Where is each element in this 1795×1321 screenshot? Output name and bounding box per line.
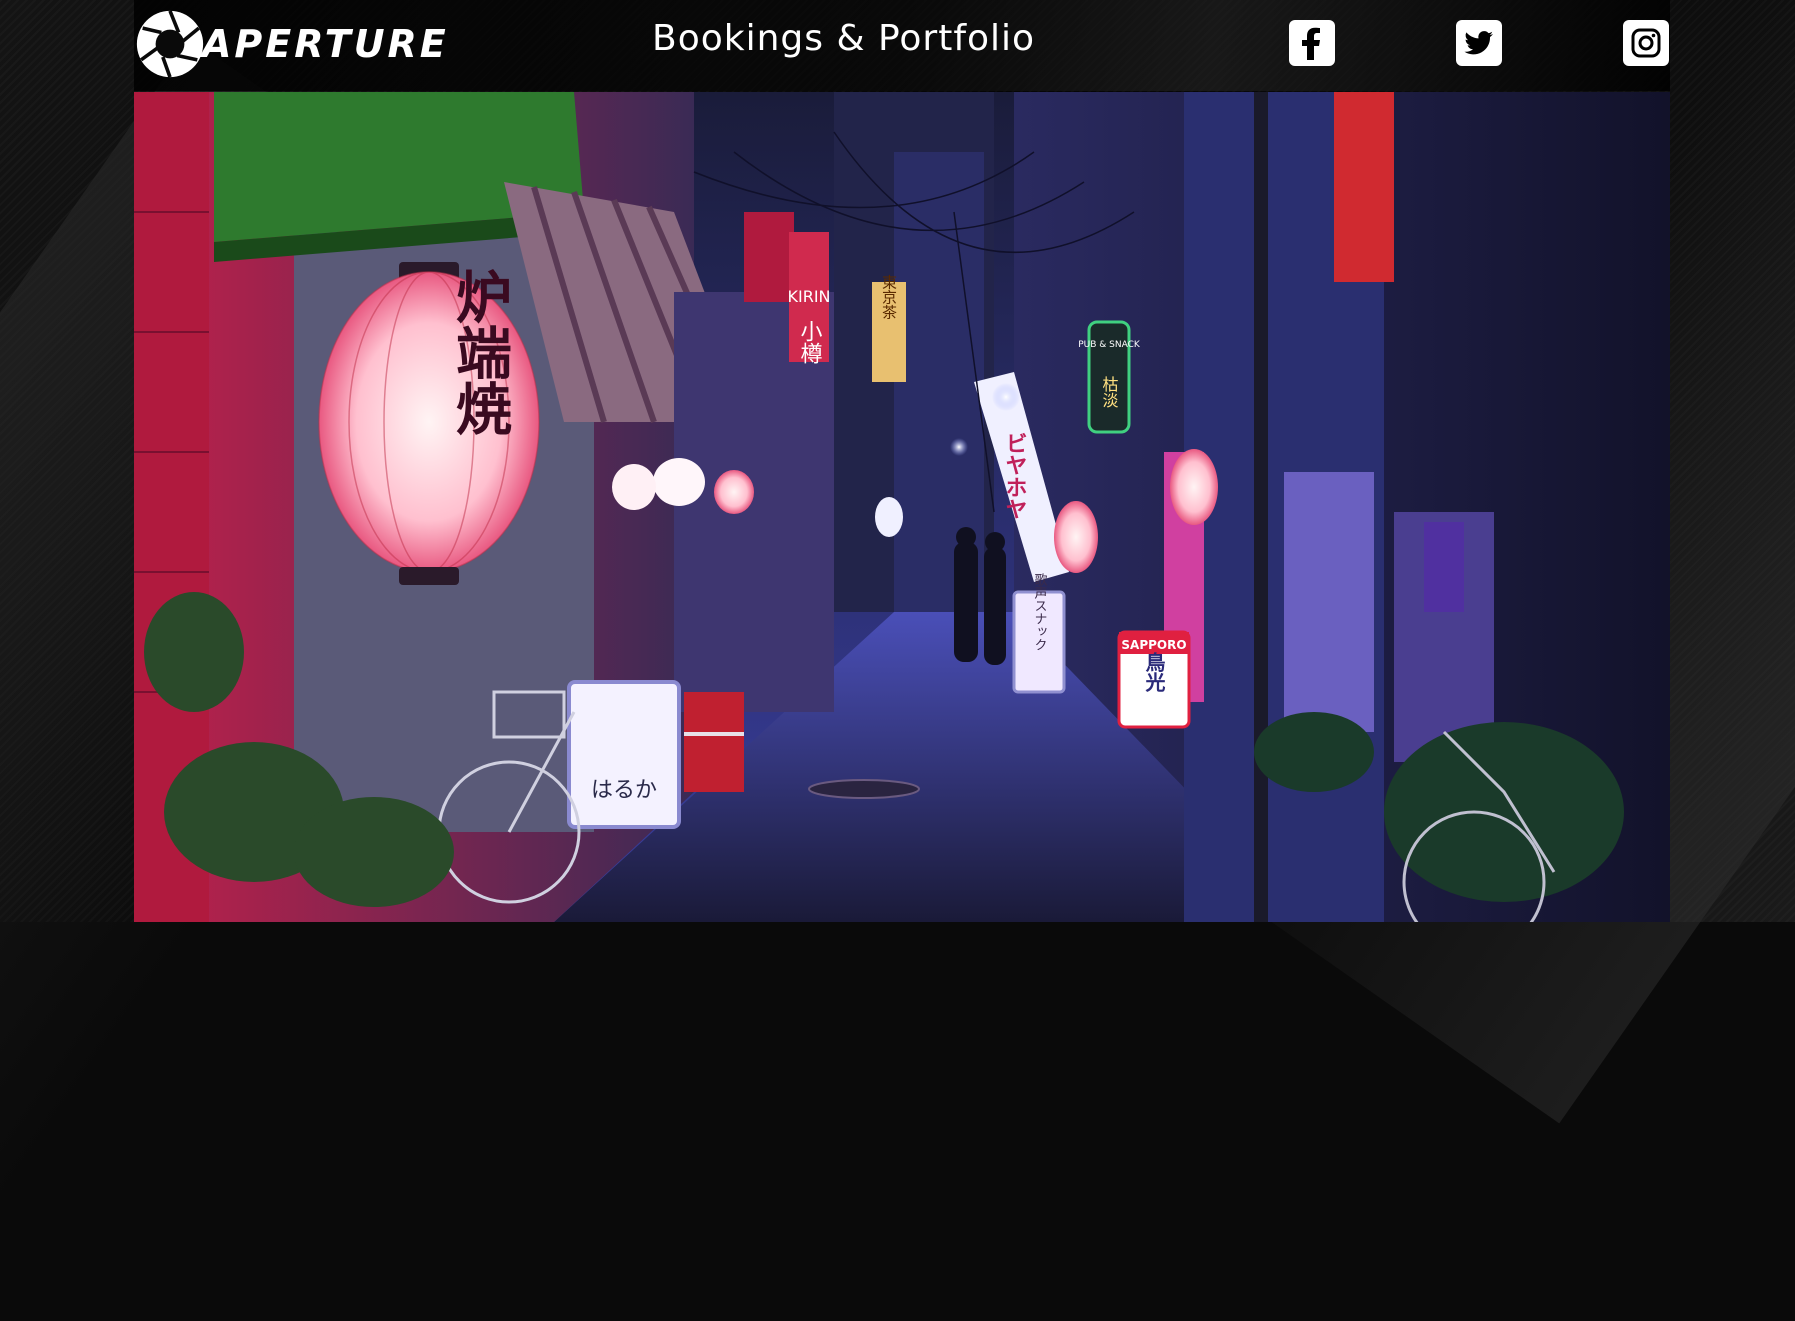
- banner-text: ビヤホヤ: [1002, 432, 1027, 520]
- twitter-link[interactable]: [1456, 20, 1502, 66]
- facebook-icon: [1302, 27, 1320, 60]
- pub-sub-sign: 枯淡: [1100, 376, 1119, 408]
- kirin-sign: KIRIN: [787, 287, 830, 306]
- sapporo-sign: SAPPORO: [1121, 638, 1186, 652]
- logo[interactable]: APERTURE: [134, 8, 449, 80]
- snack-sign: 歌声スナック: [1032, 573, 1048, 651]
- page-title: Bookings & Portfolio: [652, 18, 1036, 59]
- night-alley-photo: KIRIN 小樽 東京茶 炉端焼 はるか PUB & SNACK 枯淡 ビヤホヤ…: [134, 92, 1670, 922]
- shop-sign: 小樽: [797, 320, 823, 364]
- logo-text: APERTURE: [202, 22, 449, 66]
- instagram-link[interactable]: [1623, 20, 1669, 66]
- haruka-sign: はるか: [591, 778, 657, 803]
- hero-image: KIRIN 小樽 東京茶 炉端焼 はるか PUB & SNACK 枯淡 ビヤホヤ…: [134, 92, 1670, 922]
- yellow-sign: 東京茶: [880, 275, 898, 320]
- instagram-icon: [1631, 28, 1661, 58]
- top-bar: APERTURE Bookings & Portfolio: [134, 0, 1670, 91]
- sapporo-sub-sign: 鳥光: [1142, 651, 1166, 692]
- facebook-link[interactable]: [1289, 20, 1335, 66]
- lantern-text: 炉端焼: [447, 268, 512, 436]
- aperture-logo-icon: [136, 10, 204, 78]
- pub-sign: PUB & SNACK: [1078, 340, 1141, 350]
- twitter-icon: [1464, 31, 1493, 55]
